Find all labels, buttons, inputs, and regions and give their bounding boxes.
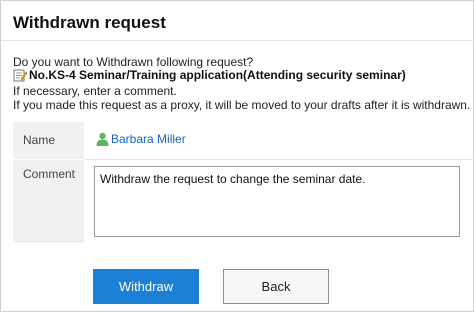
comment-textarea[interactable]: Withdraw the request to change the semin… bbox=[94, 166, 460, 237]
comment-hint: If necessary, enter a comment. bbox=[13, 84, 177, 98]
confirm-question: Do you want to Withdrawn following reque… bbox=[13, 55, 254, 69]
page-title: Withdrawn request bbox=[13, 13, 166, 32]
withdraw-button[interactable]: Withdraw bbox=[93, 269, 199, 304]
user-link[interactable]: Barbara Miller bbox=[96, 132, 186, 146]
name-label: Name bbox=[23, 133, 56, 147]
request-title: No.KS-4 Seminar/Training application(Att… bbox=[29, 68, 406, 82]
comment-label: Comment bbox=[23, 167, 76, 181]
withdraw-form: Name Barbara Miller Comment Withdraw the… bbox=[13, 122, 474, 243]
user-icon bbox=[96, 132, 109, 146]
withdraw-dialog: Withdrawn request Do you want to Withdra… bbox=[0, 0, 474, 312]
memo-icon bbox=[13, 69, 27, 81]
label-separator bbox=[13, 159, 84, 160]
user-name: Barbara Miller bbox=[111, 132, 186, 146]
request-title-row: No.KS-4 Seminar/Training application(Att… bbox=[13, 68, 406, 82]
row-separator bbox=[84, 159, 474, 160]
back-button[interactable]: Back bbox=[223, 269, 329, 304]
proxy-note: If you made this request as a proxy, it … bbox=[13, 98, 471, 112]
title-divider bbox=[1, 40, 474, 41]
